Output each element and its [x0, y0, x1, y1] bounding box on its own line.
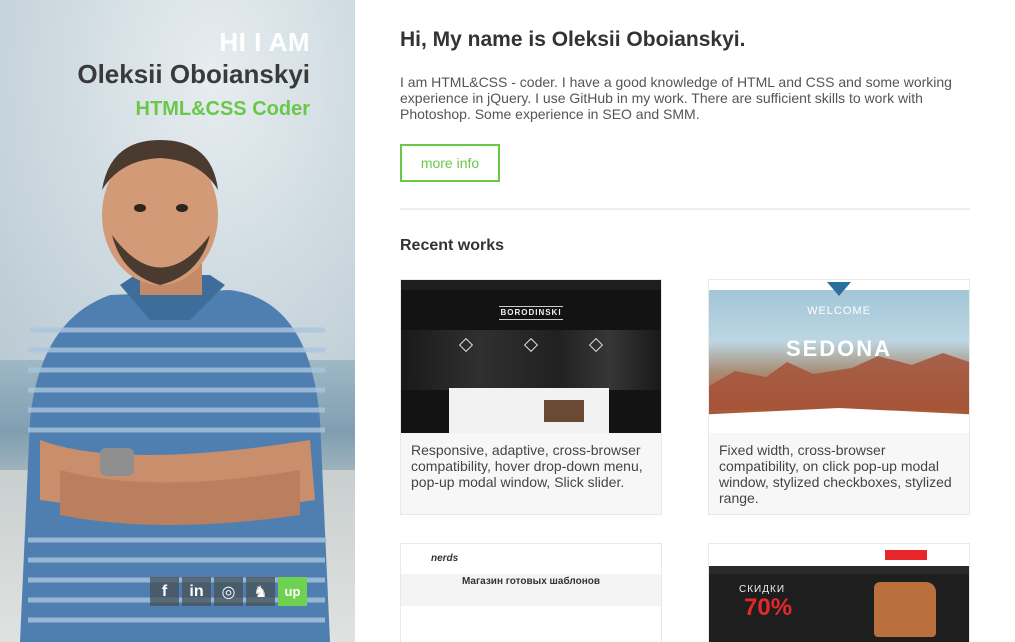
upwork-icon[interactable]: up [278, 577, 307, 606]
facebook-icon[interactable]: f [150, 577, 179, 606]
linkedin-icon[interactable]: in [182, 577, 211, 606]
thumb-cta [885, 550, 927, 560]
hero-title: HI I AM Oleksii Oboianskyi HTML&CSS Code… [77, 27, 310, 125]
work-thumbnail[interactable]: BORODINSKI [401, 280, 661, 433]
work-thumbnail[interactable]: СКИДКИ 70% [709, 544, 969, 642]
work-thumbnail[interactable]: WELCOME SEDONA [709, 280, 969, 433]
recent-works-title: Recent works [400, 237, 505, 254]
thumb-nav [709, 566, 969, 574]
thumb-nav [401, 280, 661, 290]
about-text: I am HTML&CSS - coder. I have a good kno… [400, 74, 952, 122]
thumb-logo: BORODINSKI [499, 306, 563, 320]
thumb-discount: 70% [744, 594, 793, 621]
hero-name: Oleksii Oboianskyi [77, 59, 310, 89]
instagram-icon[interactable]: ◎ [214, 577, 243, 606]
thumb-body [401, 606, 661, 642]
more-info-button[interactable]: more info [400, 144, 500, 182]
page-title: Hi, My name is Oleksii Oboianskyi. [400, 28, 746, 51]
divider [400, 208, 970, 210]
thumb-news-block [449, 388, 609, 433]
thumb-heading: SEDONA [785, 336, 893, 361]
work-card-nerds[interactable]: nerds Магазин готовых шаблонов [400, 543, 662, 642]
hero-role: HTML&CSS Coder [135, 98, 310, 120]
thumb-boot-image [874, 582, 936, 637]
thumb-logo: nerds [431, 553, 459, 564]
social-links: f in ◎ ♞ up [150, 577, 307, 606]
work-thumbnail[interactable]: nerds Магазин готовых шаблонов [401, 544, 661, 642]
thumb-welcome: WELCOME [807, 305, 871, 317]
work-description: Fixed width, cross-browser compatibility… [719, 442, 952, 506]
thumb-footer [709, 408, 969, 433]
hero-hi: HI I AM [219, 27, 310, 57]
work-card-sedona[interactable]: WELCOME SEDONA Fixed width, cross-browse… [708, 279, 970, 515]
thumb-header [709, 544, 969, 566]
thumb-heading: Магазин готовых шаблонов [461, 576, 601, 587]
work-description: Responsive, adaptive, cross-browser comp… [411, 442, 643, 490]
github-icon[interactable]: ♞ [246, 577, 275, 606]
hero-panel: HI I AM Oleksii Oboianskyi HTML&CSS Code… [0, 0, 355, 642]
work-card-ugg[interactable]: СКИДКИ 70% [708, 543, 970, 642]
work-card-borodinski[interactable]: BORODINSKI Responsive, adaptive, cross-b… [400, 279, 662, 515]
